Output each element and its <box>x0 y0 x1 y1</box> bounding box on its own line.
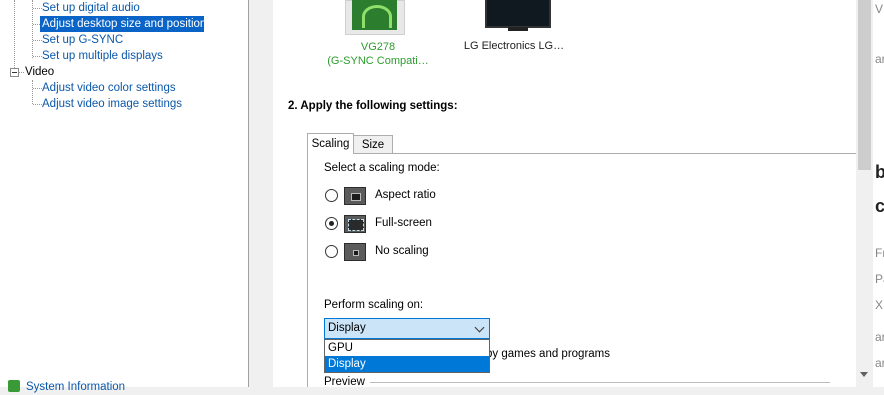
edge-text: Fr <box>875 246 884 260</box>
display-vg278-label[interactable]: VG278 (G-SYNC Compati… <box>303 40 453 68</box>
tree-item-set-up-g-sync[interactable]: Set up G-SYNC <box>40 32 125 48</box>
edge-text: X <box>875 298 884 312</box>
tree-category-video[interactable]: Video <box>25 64 54 80</box>
aspect-ratio-label[interactable]: Aspect ratio <box>375 189 436 201</box>
background-window-edge: V ar b c Fr Pa X ar ar <box>873 0 884 387</box>
main-content: VG278 (G-SYNC Compati… LG Electronics LG… <box>273 0 856 387</box>
aspect-ratio-icon <box>344 187 366 205</box>
perform-scaling-options: GPU Display <box>324 339 490 373</box>
system-information-link[interactable]: System Information <box>8 379 125 395</box>
no-scaling-label[interactable]: No scaling <box>375 245 429 257</box>
display-name: VG278 <box>360 41 396 53</box>
option-display[interactable]: Display <box>325 356 489 372</box>
tree-line <box>19 72 24 73</box>
no-scaling-icon <box>344 243 366 261</box>
navigation-tree: Set up digital audio Adjust desktop size… <box>0 0 249 393</box>
perform-scaling-value: Display <box>328 322 366 334</box>
option-gpu[interactable]: GPU <box>325 340 489 356</box>
vertical-scrollbar[interactable] <box>856 0 873 387</box>
tree-item-adjust-video-image[interactable]: Adjust video image settings <box>40 96 184 112</box>
tree-line <box>14 0 15 68</box>
tree-item-adjust-desktop-size[interactable]: Adjust desktop size and position <box>40 16 206 32</box>
display-subtitle: (G-SYNC Compati… <box>327 55 429 67</box>
nvidia-monitor-icon <box>345 0 405 35</box>
radio-full-screen[interactable] <box>325 217 338 230</box>
preview-label: Preview <box>324 376 365 387</box>
edge-text: ar <box>875 52 884 66</box>
monitor-icon <box>485 0 551 31</box>
edge-text: ar <box>875 356 884 370</box>
tab-scaling[interactable]: Scaling <box>307 133 354 154</box>
radio-no-scaling[interactable] <box>325 245 338 258</box>
pane-splitter[interactable] <box>249 0 273 387</box>
full-screen-label[interactable]: Full-screen <box>375 217 432 229</box>
scaling-mode-prompt: Select a scaling mode: <box>324 162 440 174</box>
display-lg-label[interactable]: LG Electronics LG… <box>459 40 569 52</box>
collapse-video-icon[interactable] <box>10 68 19 77</box>
tab-size[interactable]: Size <box>353 135 393 153</box>
radio-aspect-ratio[interactable] <box>325 189 338 202</box>
tree-item-set-up-multiple-displays[interactable]: Set up multiple displays <box>40 48 165 64</box>
full-screen-icon <box>344 215 366 233</box>
edge-text: ar <box>875 330 884 344</box>
section-heading: 2. Apply the following settings: <box>288 100 458 112</box>
system-information-label: System Information <box>26 381 126 393</box>
preview-divider <box>370 382 830 383</box>
tree-line <box>32 80 33 104</box>
system-information-icon <box>8 380 20 392</box>
edge-text: c <box>875 196 884 216</box>
tree-item-set-up-digital-audio[interactable]: Set up digital audio <box>40 0 142 16</box>
edge-text: b <box>875 162 884 182</box>
tree-item-adjust-video-color[interactable]: Adjust video color settings <box>40 80 178 96</box>
scrollbar-thumb[interactable] <box>858 0 871 170</box>
edge-text: Pa <box>875 272 884 286</box>
perform-scaling-select[interactable]: Display <box>324 318 490 339</box>
scroll-down-icon[interactable] <box>860 372 868 377</box>
edge-text: V <box>875 2 884 16</box>
perform-scaling-label: Perform scaling on: <box>324 299 424 311</box>
override-scaling-text: by games and programs <box>486 348 611 360</box>
chevron-down-icon <box>474 322 485 333</box>
